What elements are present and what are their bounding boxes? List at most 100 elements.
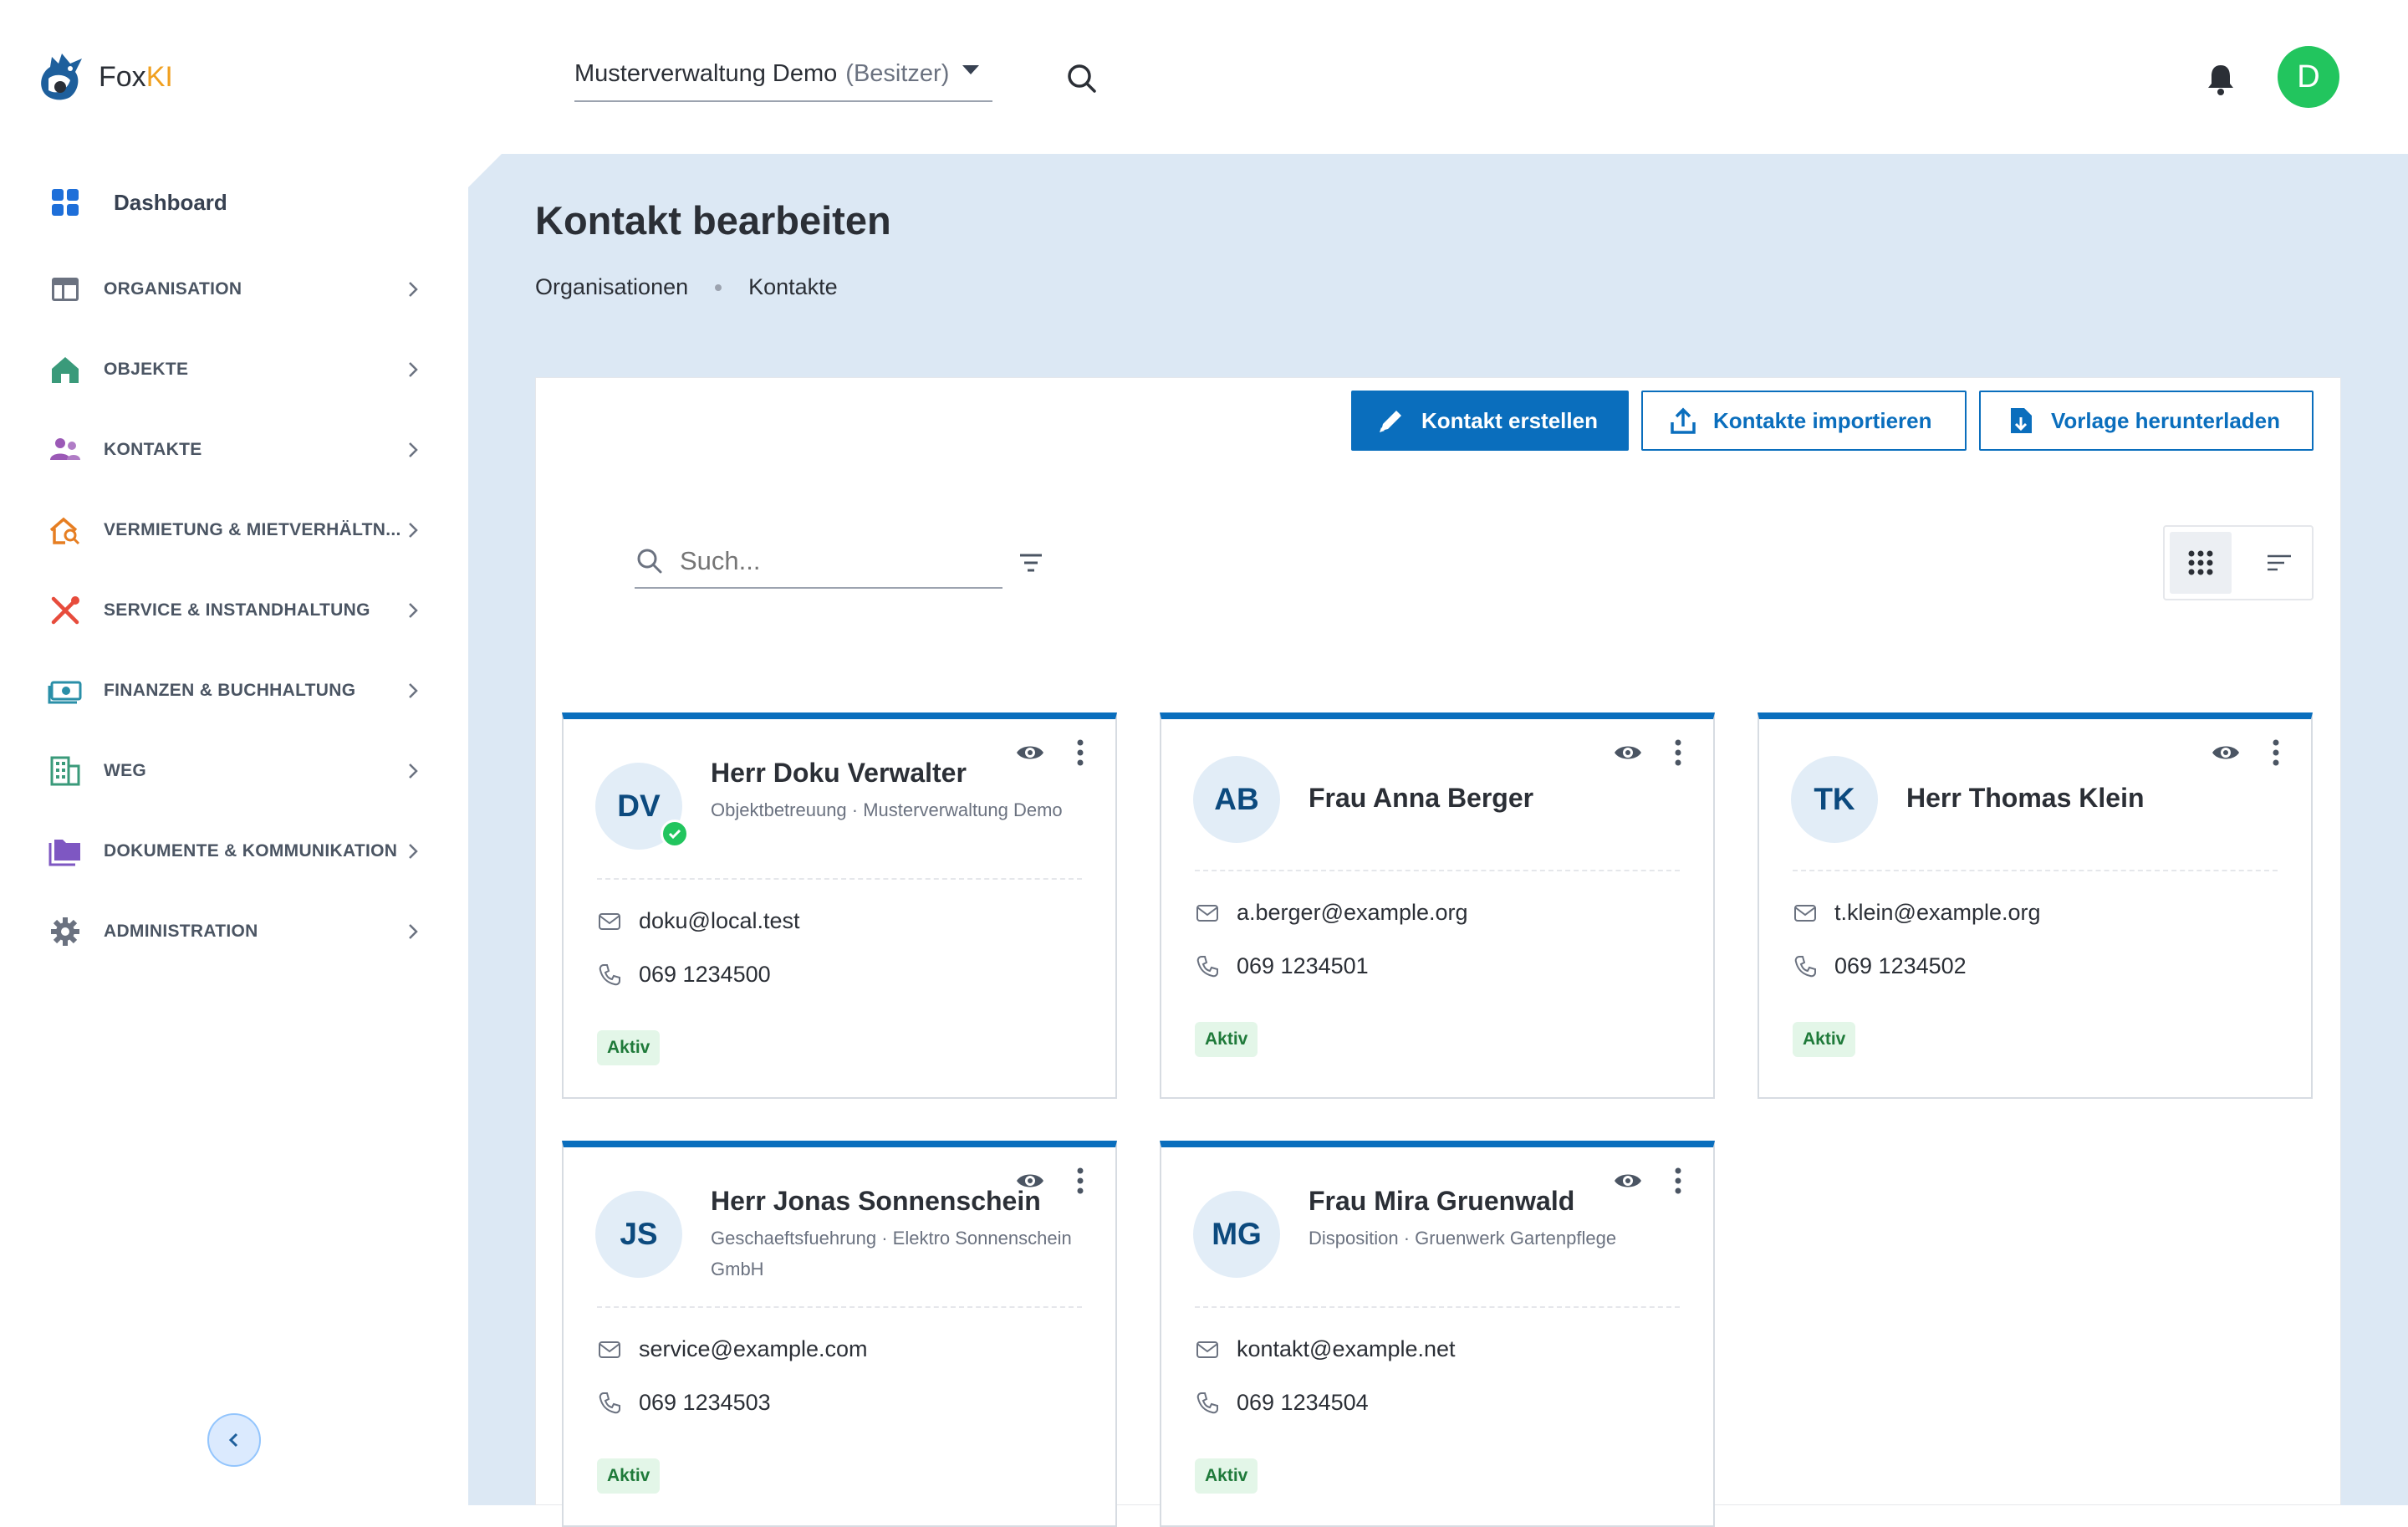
contact-email-row[interactable]: a.berger@example.org — [1195, 900, 1468, 926]
sidebar-collapse-button[interactable] — [207, 1413, 261, 1467]
contact-email: t.klein@example.org — [1834, 900, 2041, 925]
sort-lines-icon — [2268, 554, 2291, 571]
sidebar-item-objekte[interactable]: OBJEKTE — [47, 345, 423, 395]
import-contacts-label: Kontakte importieren — [1713, 407, 1932, 433]
folder-icon — [48, 840, 80, 866]
pencil-icon — [1380, 411, 1401, 432]
organization-name: Musterverwaltung Demo — [574, 59, 838, 87]
contact-card[interactable]: TK Herr Thomas Klein t.klein@example.org… — [1758, 712, 2313, 1099]
contact-phone-row[interactable]: 069 1234502 — [1793, 953, 1967, 979]
contact-card[interactable]: JS Herr Jonas Sonnenschein Geschaeftsfue… — [562, 1141, 1117, 1527]
more-vertical-icon[interactable] — [2261, 736, 2291, 769]
contact-card[interactable]: AB Frau Anna Berger a.berger@example.org… — [1160, 712, 1715, 1099]
chevron-right-icon — [409, 924, 418, 939]
contact-email-row[interactable]: t.klein@example.org — [1793, 900, 2041, 926]
page-title: Kontakt bearbeiten — [535, 198, 891, 243]
search-icon[interactable] — [1062, 59, 1102, 99]
sidebar-item-weg[interactable]: WEG — [47, 746, 423, 796]
chevron-right-icon — [409, 442, 418, 457]
contact-email-row[interactable]: doku@local.test — [597, 908, 800, 934]
eye-icon[interactable] — [1015, 738, 1045, 768]
contact-email: service@example.com — [639, 1336, 868, 1361]
sidebar-item-service[interactable]: SERVICE & INSTANDHALTUNG — [47, 585, 423, 636]
logo-text: FoxKI — [99, 60, 173, 93]
chevron-right-icon — [409, 764, 418, 779]
grid-view-button[interactable] — [2170, 532, 2232, 594]
chevron-right-icon — [409, 282, 418, 297]
contact-phone: 069 1234503 — [639, 1390, 771, 1415]
contact-phone-row[interactable]: 069 1234504 — [1195, 1390, 1369, 1416]
organization-select[interactable]: Musterverwaltung Demo (Besitzer) — [574, 47, 992, 102]
card-divider — [597, 1306, 1082, 1308]
eye-icon[interactable] — [1613, 1166, 1643, 1196]
contact-card[interactable]: MG Frau Mira Gruenwald Disposition · Gru… — [1160, 1141, 1715, 1527]
phone-icon — [599, 963, 620, 985]
contact-email-row[interactable]: kontakt@example.net — [1195, 1336, 1456, 1362]
search-icon — [637, 549, 662, 574]
top-bar: FoxKI Musterverwaltung Demo (Besitzer) D — [0, 0, 2408, 154]
chevron-right-icon — [409, 523, 418, 538]
breadcrumb-item-organisationen[interactable]: Organisationen — [535, 274, 688, 300]
mail-icon — [1196, 1341, 1218, 1358]
filter-icon[interactable] — [1017, 549, 1045, 577]
contact-name: Frau Anna Berger — [1309, 783, 1534, 813]
eye-icon[interactable] — [2211, 738, 2241, 768]
more-vertical-icon[interactable] — [1065, 1164, 1095, 1198]
caret-down-icon — [962, 65, 979, 74]
eye-icon[interactable] — [1613, 738, 1643, 768]
chevron-right-icon — [409, 362, 418, 377]
status-badge: Aktiv — [1195, 1022, 1258, 1057]
download-template-label: Vorlage herunterladen — [2051, 407, 2281, 433]
dashboard-icon — [52, 189, 79, 216]
contact-name: Frau Mira Gruenwald — [1309, 1186, 1575, 1216]
list-view-button[interactable] — [2248, 532, 2310, 594]
eye-icon[interactable] — [1015, 1166, 1045, 1196]
fox-logo-icon — [41, 54, 82, 100]
app-logo[interactable]: FoxKI — [37, 50, 173, 104]
status-badge: Aktiv — [1793, 1022, 1856, 1057]
contact-phone: 069 1234501 — [1237, 953, 1369, 978]
house-search-icon — [49, 517, 80, 545]
gear-icon — [51, 917, 79, 946]
user-avatar[interactable]: D — [2278, 46, 2339, 108]
contact-phone-row[interactable]: 069 1234503 — [597, 1390, 771, 1416]
contact-initials: JS — [595, 1191, 682, 1278]
contact-search — [635, 535, 1002, 589]
breadcrumb-item-kontakte[interactable]: Kontakte — [748, 274, 838, 300]
contact-email-row[interactable]: service@example.com — [597, 1336, 868, 1362]
building-icon — [50, 756, 80, 786]
notification-bell-icon[interactable] — [2201, 59, 2241, 99]
sidebar-item-dashboard[interactable]: Dashboard — [47, 177, 423, 227]
sidebar-item-kontakte[interactable]: KONTAKTE — [47, 425, 423, 475]
contact-phone-row[interactable]: 069 1234500 — [597, 962, 771, 988]
money-icon — [48, 681, 82, 704]
chevron-right-icon — [409, 844, 418, 859]
sidebar-item-organisation[interactable]: ORGANISATION — [47, 264, 423, 314]
search-input[interactable] — [680, 546, 981, 576]
layout-icon — [52, 278, 79, 301]
download-template-button[interactable]: Vorlage herunterladen — [1979, 391, 2314, 451]
more-vertical-icon[interactable] — [1663, 1164, 1693, 1198]
grid-dots-icon — [2188, 550, 2213, 575]
status-badge: Aktiv — [597, 1458, 661, 1494]
contact-initials: TK — [1791, 756, 1878, 843]
sidebar: Dashboard ORGANISATION OBJEKTE KONTAKTE — [0, 154, 468, 1505]
contact-phone-row[interactable]: 069 1234501 — [1195, 953, 1369, 979]
sidebar-item-vermietung[interactable]: VERMIETUNG & MIETVERHÄLTN... — [47, 505, 423, 555]
sidebar-item-dokumente[interactable]: DOKUMENTE & KOMMUNIKATION — [47, 826, 423, 876]
more-vertical-icon[interactable] — [1065, 736, 1095, 769]
create-contact-button[interactable]: Kontakt erstellen — [1351, 391, 1629, 451]
contact-name: Herr Jonas Sonnenschein — [711, 1186, 1041, 1216]
sidebar-item-administration[interactable]: ADMINISTRATION — [47, 906, 423, 957]
contact-card[interactable]: DV Herr Doku Verwalter Objektbetreuung ·… — [562, 712, 1117, 1099]
contact-name: Herr Thomas Klein — [1906, 783, 2145, 813]
contact-phone: 069 1234500 — [639, 962, 771, 987]
sidebar-item-finanzen[interactable]: FINANZEN & BUCHHALTUNG — [47, 666, 423, 716]
more-vertical-icon[interactable] — [1663, 736, 1693, 769]
status-badge: Aktiv — [1195, 1458, 1258, 1494]
chevron-right-icon — [409, 683, 418, 698]
import-contacts-button[interactable]: Kontakte importieren — [1641, 391, 1967, 451]
sidebar-item-label: FINANZEN & BUCHHALTUNG — [104, 681, 356, 700]
sidebar-item-label: VERMIETUNG & MIETVERHÄLTN... — [104, 520, 401, 539]
mail-icon — [1794, 904, 1816, 922]
